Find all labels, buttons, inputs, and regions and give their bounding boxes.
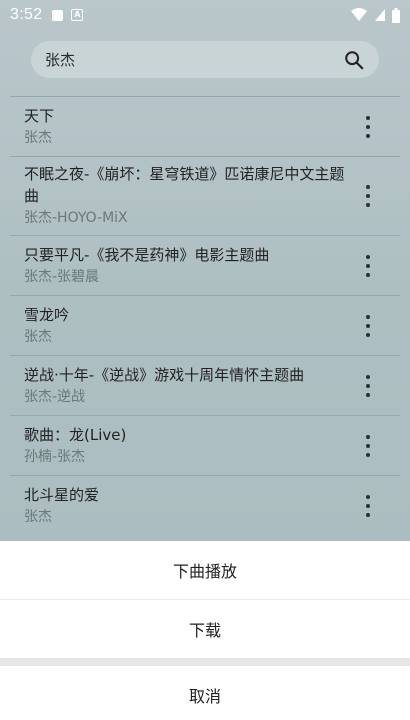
list-item[interactable]: 天下 张杰 (0, 97, 410, 156)
song-title: 不眠之夜-《崩坏：星穹铁道》匹诺康尼中文主题曲 (24, 165, 345, 205)
song-title: 雪龙吟 (24, 305, 70, 324)
more-vert-icon[interactable] (360, 433, 376, 459)
more-vert-icon[interactable] (360, 183, 376, 209)
a-app-icon: A (71, 9, 84, 21)
song-title: 歌曲：龙(Live) (24, 425, 127, 444)
song-artist: 张杰-逆战 (24, 388, 86, 405)
search-input[interactable]: 张杰 (45, 49, 75, 70)
search-icon[interactable] (343, 49, 365, 71)
song-artist: 张杰 (24, 508, 52, 525)
list-item[interactable]: 歌曲：龙(Live) 孙楠-张杰 (0, 416, 410, 475)
song-artist: 张杰-张碧晨 (24, 268, 100, 285)
action-bottom-sheet: 下曲播放 下载 取消 (0, 541, 410, 720)
download-button[interactable]: 下载 (0, 600, 410, 658)
status-time: 3:52 (10, 6, 43, 23)
more-vert-icon[interactable] (360, 493, 376, 519)
battery-icon (392, 7, 400, 23)
status-bar: 3:52 A (0, 0, 410, 30)
wifi-icon (351, 8, 367, 21)
song-artist: 张杰 (24, 129, 52, 146)
song-title: 只要平凡-《我不是药神》电影主题曲 (24, 245, 270, 264)
song-title: 北斗星的爱 (24, 485, 100, 504)
notification-square-icon (52, 9, 64, 21)
signal-icon (375, 9, 385, 21)
list-item[interactable]: 不眠之夜-《崩坏：星穹铁道》匹诺康尼中文主题曲 张杰-HOYO-MiX (0, 157, 410, 235)
song-artist: 孙楠-张杰 (24, 448, 86, 465)
list-item[interactable]: 北斗星的爱 张杰 (0, 476, 410, 535)
list-item[interactable]: 逆战·十年-《逆战》游戏十周年情怀主题曲 张杰-逆战 (0, 356, 410, 415)
song-artist: 张杰-HOYO-MiX (24, 210, 128, 226)
more-vert-icon[interactable] (360, 253, 376, 279)
sheet-gap (0, 658, 410, 666)
song-title: 逆战·十年-《逆战》游戏十周年情怀主题曲 (24, 365, 305, 384)
list-item[interactable]: 雪龙吟 张杰 (0, 296, 410, 355)
search-bar[interactable]: 张杰 (31, 41, 379, 78)
play-next-button[interactable]: 下曲播放 (0, 541, 410, 599)
song-artist: 张杰 (24, 328, 52, 345)
cancel-button[interactable]: 取消 (0, 666, 410, 720)
song-title: 天下 (24, 106, 55, 125)
more-vert-icon[interactable] (360, 313, 376, 339)
more-vert-icon[interactable] (360, 373, 376, 399)
more-vert-icon[interactable] (360, 114, 376, 140)
song-list: 天下 张杰 不眠之夜-《崩坏：星穹铁道》匹诺康尼中文主题曲 张杰-HOYO-Mi… (0, 96, 410, 535)
list-item[interactable]: 只要平凡-《我不是药神》电影主题曲 张杰-张碧晨 (0, 236, 410, 295)
